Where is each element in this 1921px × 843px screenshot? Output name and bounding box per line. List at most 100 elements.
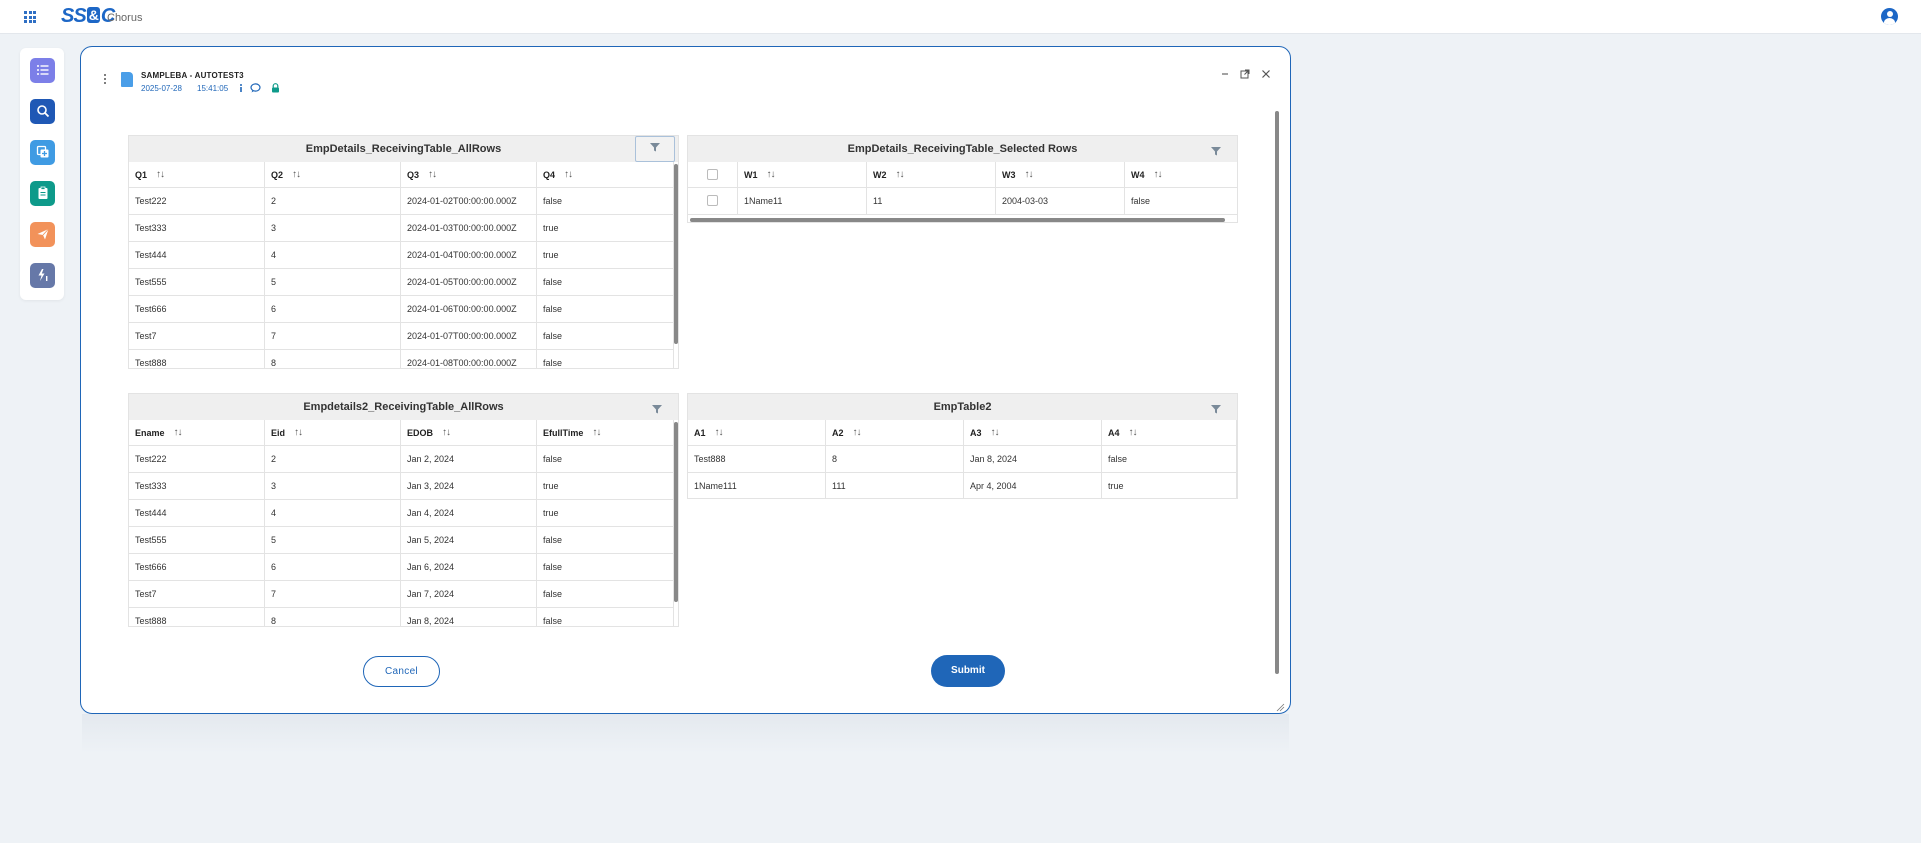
sort-icon[interactable]: ↑↓ bbox=[292, 169, 301, 180]
more-options-icon[interactable] bbox=[103, 74, 107, 86]
cancel-button[interactable]: Cancel bbox=[363, 656, 440, 687]
cell: 5 bbox=[265, 269, 401, 295]
cell: 2004-03-03 bbox=[996, 188, 1125, 214]
table-empdetails-selected-rows: EmpDetails_ReceivingTable_Selected Rows … bbox=[687, 135, 1238, 223]
cell: Test333 bbox=[129, 215, 265, 241]
sort-icon[interactable]: ↑↓ bbox=[1154, 169, 1163, 180]
cell: 2024-01-08T00:00:00.000Z bbox=[401, 350, 537, 368]
column-header[interactable]: Q3 ↑↓ bbox=[401, 162, 537, 188]
column-header[interactable]: EfullTime ↑↓ bbox=[537, 420, 674, 446]
table-row[interactable]: Test7 7 Jan 7, 2024 false bbox=[129, 581, 674, 608]
cell: 4 bbox=[265, 500, 401, 526]
filter-icon[interactable] bbox=[1208, 141, 1224, 157]
table-empdetails-allrows: EmpDetails_ReceivingTable_AllRows Q1 ↑↓ Q… bbox=[128, 135, 679, 369]
table-row[interactable]: Test333 3 2024-01-03T00:00:00.000Z true bbox=[129, 215, 674, 242]
sort-icon[interactable]: ↑↓ bbox=[896, 169, 905, 180]
cell: Jan 6, 2024 bbox=[401, 554, 537, 580]
horizontal-scrollbar[interactable] bbox=[690, 218, 1225, 222]
column-header[interactable]: A4 ↑↓ bbox=[1102, 420, 1237, 446]
column-header[interactable]: Q4 ↑↓ bbox=[537, 162, 674, 188]
table-row[interactable]: Test888 8 Jan 8, 2024 false bbox=[129, 608, 674, 626]
column-header[interactable]: W2 ↑↓ bbox=[867, 162, 996, 188]
user-icon[interactable] bbox=[1881, 8, 1898, 25]
column-header[interactable]: W1 ↑↓ bbox=[738, 162, 867, 188]
table-row[interactable]: Test444 4 Jan 4, 2024 true bbox=[129, 500, 674, 527]
resize-handle-icon[interactable] bbox=[1275, 699, 1285, 712]
table-row[interactable]: Test666 6 2024-01-06T00:00:00.000Z false bbox=[129, 296, 674, 323]
cell: 2024-01-04T00:00:00.000Z bbox=[401, 242, 537, 268]
table-row[interactable]: Test333 3 Jan 3, 2024 true bbox=[129, 473, 674, 500]
table-row[interactable]: Test555 5 2024-01-05T00:00:00.000Z false bbox=[129, 269, 674, 296]
table-row[interactable]: Test666 6 Jan 6, 2024 false bbox=[129, 554, 674, 581]
column-header[interactable]: W4 ↑↓ bbox=[1125, 162, 1237, 188]
column-header[interactable]: Q1 ↑↓ bbox=[129, 162, 265, 188]
table-row[interactable]: Test888 8 Jan 8, 2024 false bbox=[688, 446, 1237, 473]
sort-icon[interactable]: ↑↓ bbox=[428, 169, 437, 180]
table-row[interactable]: Test444 4 2024-01-04T00:00:00.000Z true bbox=[129, 242, 674, 269]
send-icon[interactable] bbox=[30, 222, 55, 247]
sort-icon[interactable]: ↑↓ bbox=[1025, 169, 1034, 180]
table-row[interactable]: Test888 8 2024-01-08T00:00:00.000Z false bbox=[129, 350, 674, 368]
flash-one-icon[interactable] bbox=[30, 263, 55, 288]
cell: 6 bbox=[265, 554, 401, 580]
table-row[interactable]: 1Name111 111 Apr 4, 2004 true bbox=[688, 473, 1237, 498]
sort-icon[interactable]: ↑↓ bbox=[991, 427, 1000, 438]
vertical-scrollbar[interactable] bbox=[674, 422, 678, 602]
column-header[interactable]: Ename ↑↓ bbox=[129, 420, 265, 446]
info-icon[interactable] bbox=[236, 83, 246, 95]
sort-icon[interactable]: ↑↓ bbox=[767, 169, 776, 180]
list-icon[interactable] bbox=[30, 58, 55, 83]
sort-icon[interactable]: ↑↓ bbox=[853, 427, 862, 438]
cell: Test333 bbox=[129, 473, 265, 499]
column-header[interactable]: W3 ↑↓ bbox=[996, 162, 1125, 188]
vertical-scrollbar[interactable] bbox=[674, 164, 678, 344]
sort-icon[interactable]: ↑↓ bbox=[715, 427, 724, 438]
table-row[interactable]: Test222 2 Jan 2, 2024 false bbox=[129, 446, 674, 473]
column-header[interactable]: A1 ↑↓ bbox=[688, 420, 826, 446]
copy-add-icon[interactable] bbox=[30, 140, 55, 165]
dialog-scrollbar[interactable] bbox=[1275, 111, 1279, 674]
sort-icon[interactable]: ↑↓ bbox=[294, 427, 303, 438]
sort-icon[interactable]: ↑↓ bbox=[174, 427, 183, 438]
column-header[interactable]: EDOB ↑↓ bbox=[401, 420, 537, 446]
sort-icon[interactable]: ↑↓ bbox=[564, 169, 573, 180]
clipboard-icon[interactable] bbox=[30, 181, 55, 206]
cell: Test888 bbox=[129, 350, 265, 368]
search-icon[interactable] bbox=[30, 99, 55, 124]
cell: 2024-01-03T00:00:00.000Z bbox=[401, 215, 537, 241]
close-icon[interactable] bbox=[1261, 69, 1271, 81]
column-header[interactable]: A2 ↑↓ bbox=[826, 420, 964, 446]
document-icon bbox=[121, 72, 133, 87]
filter-icon[interactable] bbox=[635, 136, 675, 162]
sort-icon[interactable]: ↑↓ bbox=[592, 427, 601, 438]
cell: Jan 5, 2024 bbox=[401, 527, 537, 553]
minimize-icon[interactable] bbox=[1220, 69, 1230, 81]
cell: Jan 3, 2024 bbox=[401, 473, 537, 499]
table-row[interactable]: Test7 7 2024-01-07T00:00:00.000Z false bbox=[129, 323, 674, 350]
column-header[interactable]: Q2 ↑↓ bbox=[265, 162, 401, 188]
column-header[interactable]: A3 ↑↓ bbox=[964, 420, 1102, 446]
cell: 8 bbox=[265, 350, 401, 368]
cell: false bbox=[537, 188, 674, 214]
submit-button[interactable]: Submit bbox=[931, 655, 1005, 687]
sort-icon[interactable]: ↑↓ bbox=[156, 169, 165, 180]
table-header: A1 ↑↓ A2 ↑↓ A3 ↑↓ A4 ↑↓ bbox=[688, 420, 1237, 446]
cell: 6 bbox=[265, 296, 401, 322]
select-all-checkbox[interactable] bbox=[688, 162, 738, 188]
app-launcher-icon[interactable] bbox=[24, 11, 36, 23]
table-row[interactable]: Test222 2 2024-01-02T00:00:00.000Z false bbox=[129, 188, 674, 215]
cell: Jan 8, 2024 bbox=[964, 446, 1102, 472]
cell: Test888 bbox=[688, 446, 826, 472]
table-row[interactable]: 1Name11 11 2004-03-03 false bbox=[688, 188, 1237, 215]
filter-icon[interactable] bbox=[1208, 399, 1224, 415]
cell: 11 bbox=[867, 188, 996, 214]
filter-icon[interactable] bbox=[649, 399, 665, 415]
table-row[interactable]: Test555 5 Jan 5, 2024 false bbox=[129, 527, 674, 554]
column-header[interactable]: Eid ↑↓ bbox=[265, 420, 401, 446]
cell: Test888 bbox=[129, 608, 265, 626]
sort-icon[interactable]: ↑↓ bbox=[442, 427, 451, 438]
comment-icon[interactable] bbox=[250, 83, 261, 95]
row-checkbox[interactable] bbox=[688, 188, 738, 214]
popout-icon[interactable] bbox=[1240, 69, 1250, 81]
sort-icon[interactable]: ↑↓ bbox=[1129, 427, 1138, 438]
